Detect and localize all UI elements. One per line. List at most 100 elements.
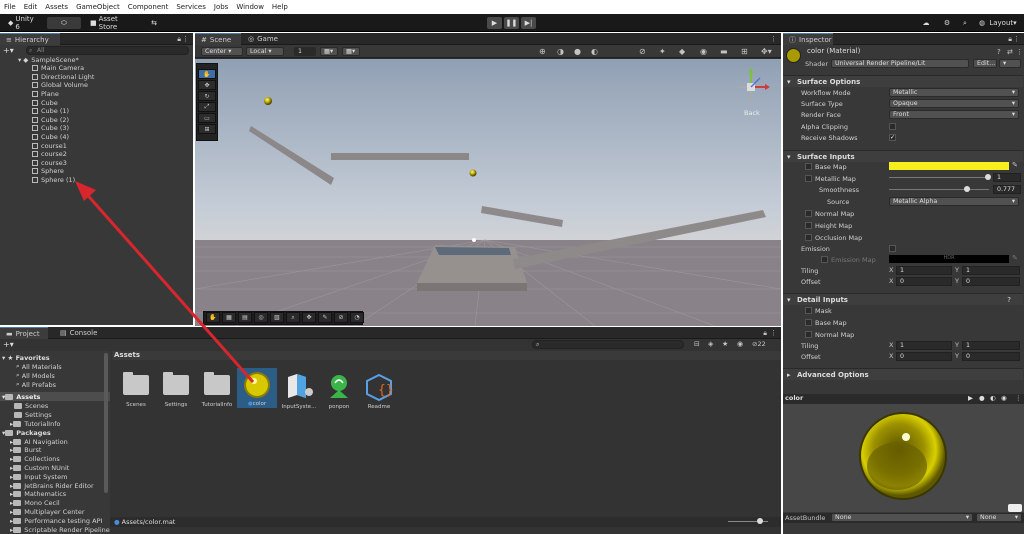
- hierarchy-item[interactable]: Sphere (1): [32, 176, 75, 185]
- detail-tiling-y-field[interactable]: 1: [962, 341, 1020, 350]
- smoothness-value-field[interactable]: 0.777: [993, 185, 1021, 194]
- help-icon[interactable]: ?: [1007, 296, 1011, 304]
- hidden-packages-icon[interactable]: ◉: [737, 340, 743, 348]
- settings-overlay-icon[interactable]: ◔: [350, 312, 364, 323]
- scene-viewport[interactable]: Back: [195, 59, 781, 326]
- texture-slot-icon[interactable]: [805, 307, 812, 315]
- globe-icon[interactable]: ⊕: [539, 47, 546, 56]
- hierarchy-item[interactable]: course3: [32, 159, 67, 168]
- metallic-value-field[interactable]: 1: [993, 173, 1021, 182]
- menu-gameobject[interactable]: GameObject: [76, 3, 120, 11]
- base-color-swatch[interactable]: [889, 162, 1009, 170]
- light-icon[interactable]: ◐: [990, 394, 996, 402]
- package-item[interactable]: ▸ Burst: [10, 446, 41, 455]
- more-menu-icon[interactable]: ⋮: [182, 35, 189, 43]
- shader-edit-button[interactable]: Edit...: [973, 59, 997, 68]
- gizmos-icon[interactable]: ⊞: [741, 47, 748, 56]
- fill-icon[interactable]: ▧: [270, 312, 284, 323]
- advanced-options-header[interactable]: ▸ Advanced Options: [783, 368, 1023, 380]
- cloud-services-icon[interactable]: ☁: [919, 17, 933, 29]
- alpha-clip-checkbox[interactable]: [889, 123, 896, 130]
- hierarchy-item[interactable]: Cube: [32, 98, 58, 107]
- filter-label-icon[interactable]: ◈: [708, 340, 713, 348]
- rect-tool-icon[interactable]: ▭: [198, 113, 216, 123]
- package-item[interactable]: ▸ JetBrains Rider Editor: [10, 481, 94, 490]
- fav-all-materials[interactable]: ⌕ All Materials: [16, 362, 62, 371]
- hierarchy-item[interactable]: Plane: [32, 90, 59, 99]
- audio-icon[interactable]: ◆: [679, 47, 685, 56]
- shading-icon[interactable]: ◑: [557, 47, 564, 56]
- play-button[interactable]: ▶: [487, 17, 502, 29]
- texture-slot-icon[interactable]: [821, 256, 828, 264]
- hierarchy-item[interactable]: Cube (4): [32, 133, 69, 142]
- account-button[interactable]: ◆ Unity 6: [4, 15, 44, 31]
- favorites-header[interactable]: ▾ ★ Favorites: [2, 353, 50, 362]
- hierarchy-item[interactable]: course2: [32, 150, 67, 159]
- source-dropdown[interactable]: Metallic Alpha ▾: [889, 197, 1019, 206]
- background-icon[interactable]: ◉: [1001, 394, 1007, 402]
- workflow-dropdown[interactable]: Metallic ▾: [889, 88, 1019, 97]
- tree-scenes[interactable]: Scenes: [14, 401, 48, 410]
- hierarchy-item[interactable]: Directional Light: [32, 73, 94, 82]
- texture-slot-icon[interactable]: [805, 319, 812, 327]
- tree-packages[interactable]: ▾ Packages: [2, 428, 51, 437]
- breadcrumb-assets[interactable]: Assets: [114, 351, 140, 359]
- zoom-slider-handle[interactable]: [757, 518, 763, 524]
- metallic-slider-handle[interactable]: [985, 174, 991, 180]
- search-icon[interactable]: ⌕: [958, 17, 972, 29]
- cloud-toggle[interactable]: ⬭: [47, 17, 81, 29]
- asset-tutorialinfo[interactable]: TutorialInfo: [197, 372, 237, 408]
- package-item[interactable]: ▸ Mathematics: [10, 490, 66, 499]
- receive-shadows-checkbox[interactable]: ✓: [889, 134, 896, 141]
- sphere-preview-icon[interactable]: ●: [979, 394, 985, 402]
- create-button[interactable]: +▾: [3, 340, 14, 349]
- menu-window[interactable]: Window: [236, 3, 264, 11]
- help-icon[interactable]: ?: [997, 48, 1001, 56]
- surface-type-dropdown[interactable]: Opaque ▾: [889, 99, 1019, 108]
- hierarchy-item[interactable]: Main Camera: [32, 64, 84, 73]
- hierarchy-item[interactable]: Cube (3): [32, 124, 69, 133]
- tab-console[interactable]: ▤ Console: [54, 327, 98, 339]
- package-item[interactable]: ▸ Scriptable Render Pipeline: [10, 525, 110, 534]
- visibility-icon[interactable]: ◉: [700, 47, 707, 56]
- eyedropper-icon[interactable]: ✎: [1012, 161, 1018, 169]
- tab-project[interactable]: ▬ Project: [0, 327, 48, 339]
- transform-tool-icon[interactable]: ⊞: [198, 124, 216, 134]
- smoothness-slider-handle[interactable]: [964, 186, 970, 192]
- menu-help[interactable]: Help: [272, 3, 288, 11]
- asset-settings[interactable]: Settings: [156, 372, 196, 408]
- hierarchy-item[interactable]: Cube (1): [32, 107, 69, 116]
- hierarchy-search-input[interactable]: ⌕ All: [26, 46, 189, 55]
- emission-color-swatch[interactable]: HDR: [889, 255, 1009, 263]
- texture-slot-icon[interactable]: [805, 210, 812, 218]
- package-item[interactable]: ▸ Performance testing API: [10, 516, 102, 525]
- hand-icon[interactable]: ✋: [206, 312, 220, 323]
- tree-scrollbar[interactable]: [104, 353, 108, 493]
- shader-menu-dropdown[interactable]: ▾: [999, 59, 1021, 68]
- snap-field[interactable]: 1: [294, 47, 316, 56]
- preset-icon[interactable]: ⇄: [1007, 48, 1013, 56]
- render-face-dropdown[interactable]: Front ▾: [889, 110, 1019, 119]
- hierarchy-item[interactable]: Sphere: [32, 167, 64, 176]
- tree-tutorialinfo[interactable]: ▸ TutorialInfo: [10, 419, 60, 428]
- detail-tiling-x-field[interactable]: 1: [896, 341, 952, 350]
- asset-ponpon[interactable]: ponpon: [319, 372, 359, 410]
- assetbundle-variant-dropdown[interactable]: None ▾: [976, 513, 1022, 522]
- hierarchy-item[interactable]: Global Volume: [32, 81, 88, 90]
- package-item[interactable]: ▸ Multiplayer Center: [10, 507, 85, 516]
- more-icon[interactable]: ⋮: [1015, 394, 1022, 402]
- more-menu-icon[interactable]: ⋮: [770, 329, 777, 337]
- offset-y-field[interactable]: 0: [962, 277, 1020, 286]
- package-item[interactable]: ▸ Mono Cecil: [10, 499, 60, 508]
- tiling-x-field[interactable]: 1: [896, 266, 952, 275]
- add-button[interactable]: +▾: [3, 46, 14, 55]
- snap-dropdown[interactable]: ▦▾: [342, 47, 360, 56]
- lock-icon[interactable]: 🔒︎: [177, 35, 181, 44]
- menu-assets[interactable]: Assets: [45, 3, 68, 11]
- move-tool-icon[interactable]: ✥: [198, 80, 216, 90]
- tab-game[interactable]: ◎ Game: [242, 33, 282, 45]
- more-icon[interactable]: ⋮: [1016, 48, 1023, 56]
- detail-offset-x-field[interactable]: 0: [896, 352, 952, 361]
- menu-file[interactable]: File: [4, 3, 16, 11]
- favorite-icon[interactable]: ★: [722, 340, 728, 348]
